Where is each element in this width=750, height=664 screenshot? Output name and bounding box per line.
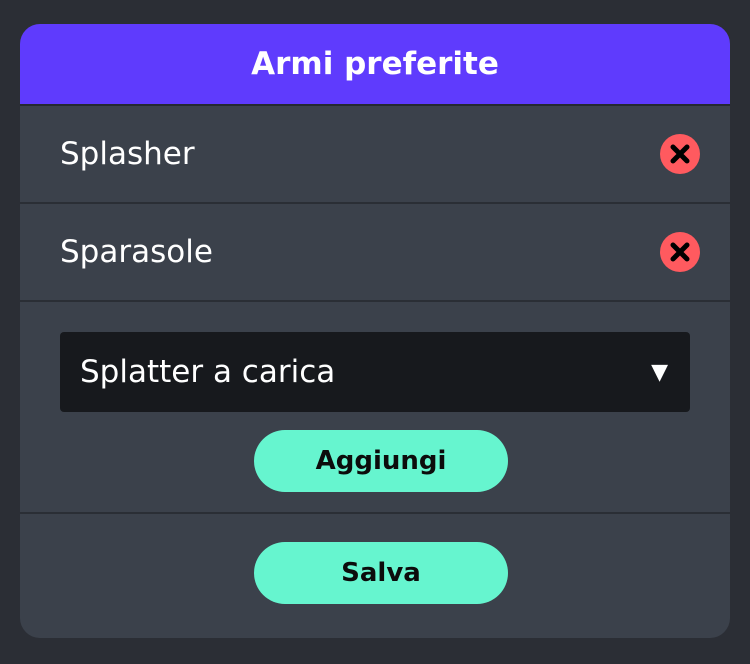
remove-favorite-button[interactable] [660, 134, 700, 174]
close-icon [670, 242, 690, 262]
save-button[interactable]: Salva [254, 542, 508, 604]
save-section: Salva [20, 514, 730, 634]
list-item: Splasher [20, 106, 730, 204]
dialog-title: Armi preferite [20, 24, 730, 106]
add-button[interactable]: Aggiungi [254, 430, 508, 492]
weapon-select-value: Splatter a carica [80, 354, 336, 390]
favorite-weapon-label: Sparasole [60, 234, 213, 270]
favorite-weapon-label: Splasher [60, 136, 195, 172]
weapon-select[interactable]: Splatter a carica ▼ [60, 332, 690, 412]
remove-favorite-button[interactable] [660, 232, 700, 272]
close-icon [670, 144, 690, 164]
caret-down-icon: ▼ [651, 359, 668, 385]
add-weapon-section: Splatter a carica ▼ Aggiungi [20, 302, 730, 514]
list-item: Sparasole [20, 204, 730, 302]
favorite-weapons-dialog: Armi preferite Splasher Sparasole Splatt… [20, 24, 730, 638]
